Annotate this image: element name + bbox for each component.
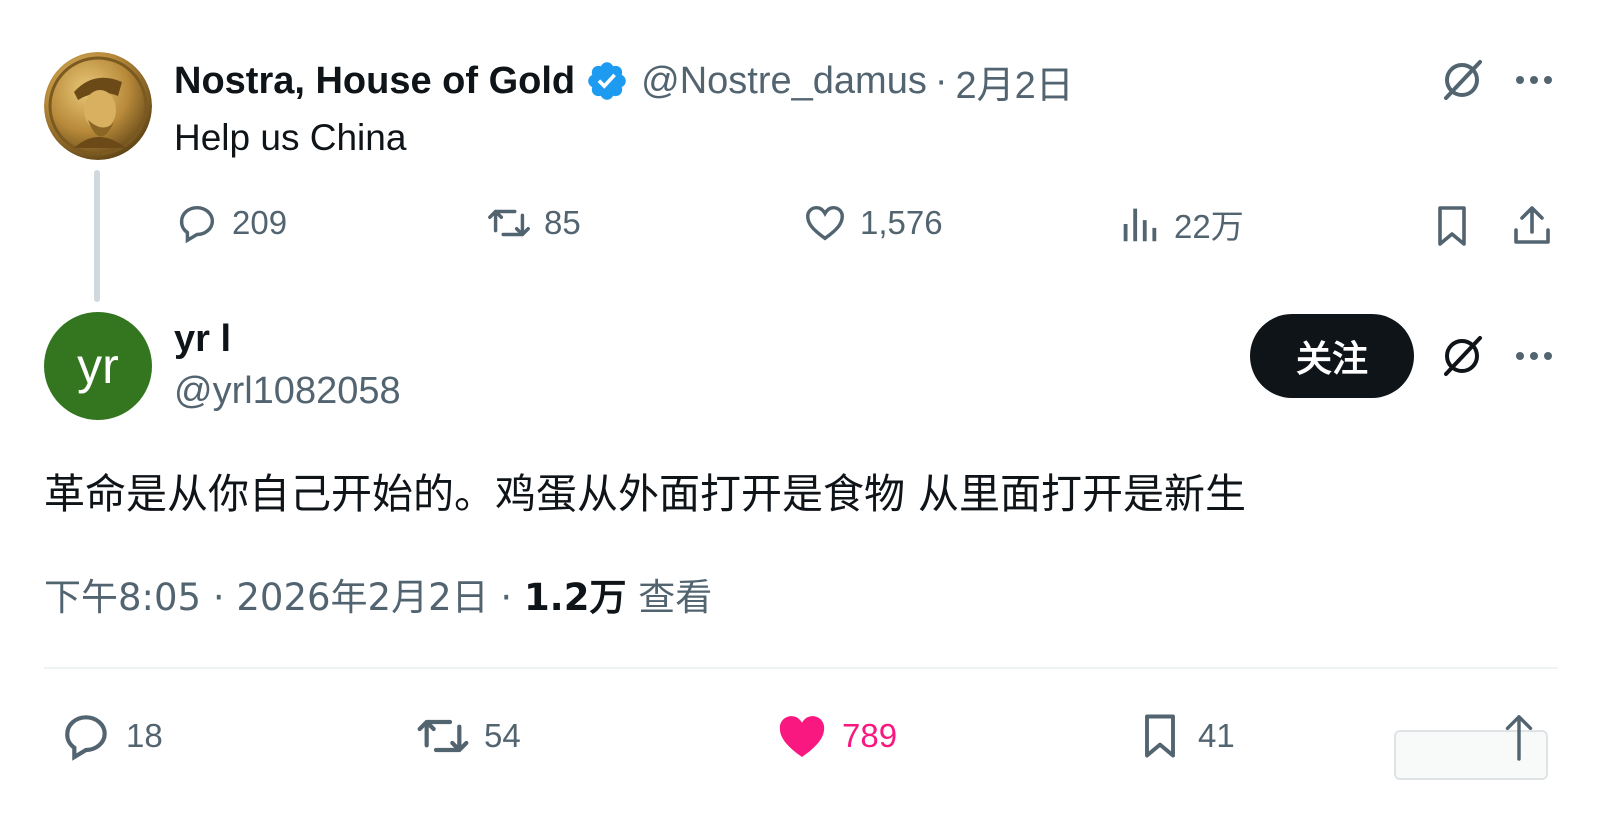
repost-icon bbox=[488, 209, 530, 237]
share-icon[interactable] bbox=[1496, 708, 1542, 764]
reply-time[interactable]: 下午8:05 bbox=[44, 576, 201, 619]
reply-tweet-text: 革命是从你自己开始的。鸡蛋从外面打开是食物 从里面打开是新生 bbox=[44, 470, 1247, 518]
reply-author-handle[interactable]: @yrl1082058 bbox=[174, 370, 401, 413]
reply-like-action[interactable]: 789 bbox=[774, 708, 897, 764]
like-filled-icon bbox=[779, 716, 825, 757]
verified-badge-icon bbox=[585, 59, 629, 103]
parent-reply-action[interactable]: 209 bbox=[174, 200, 287, 246]
parent-author-handle[interactable]: @Nostre_damus bbox=[641, 60, 927, 103]
bookmark-icon bbox=[1145, 714, 1175, 758]
reply-reply-action[interactable]: 18 bbox=[58, 708, 163, 764]
parent-like-count: 1,576 bbox=[860, 204, 943, 241]
reply-repost-count: 54 bbox=[484, 717, 521, 754]
separator-dot: · bbox=[934, 59, 948, 102]
more-icon[interactable] bbox=[1510, 332, 1558, 380]
reply-icon bbox=[179, 205, 215, 244]
parent-views-action[interactable]: 22万 bbox=[1116, 200, 1244, 248]
follow-button[interactable]: 关注 bbox=[1250, 314, 1414, 398]
share-icon[interactable] bbox=[1508, 202, 1556, 250]
reply-repost-action[interactable]: 54 bbox=[414, 708, 521, 764]
parent-header: Nostra, House of Gold @Nostre_damus · 2月… bbox=[174, 54, 1074, 109]
thread-line bbox=[94, 170, 100, 302]
grok-icon[interactable] bbox=[1438, 332, 1486, 380]
avatar-nostra[interactable] bbox=[44, 52, 152, 160]
reply-like-count: 789 bbox=[842, 717, 898, 754]
divider bbox=[44, 667, 1558, 669]
parent-tweet-text: Help us China bbox=[174, 117, 407, 158]
reply-bookmark-count: 41 bbox=[1198, 717, 1235, 754]
reply-views-label: 查看 bbox=[638, 576, 713, 619]
reply-bookmark-action[interactable]: 41 bbox=[1134, 708, 1235, 764]
reply-views-count: 1.2万 bbox=[523, 576, 627, 619]
parent-date[interactable]: 2月2日 bbox=[955, 54, 1073, 109]
reply-reply-count: 18 bbox=[126, 717, 163, 754]
grok-icon[interactable] bbox=[1438, 56, 1486, 104]
reply-author-name[interactable]: yr l bbox=[174, 318, 231, 361]
parent-repost-count: 85 bbox=[544, 204, 581, 241]
parent-repost-action[interactable]: 85 bbox=[486, 200, 581, 246]
more-icon[interactable] bbox=[1510, 56, 1558, 104]
bookmark-icon[interactable] bbox=[1428, 202, 1476, 250]
like-icon bbox=[806, 205, 844, 241]
avatar-yrl[interactable]: yr bbox=[44, 312, 152, 420]
parent-like-action[interactable]: 1,576 bbox=[802, 200, 943, 246]
separator-dot: · bbox=[212, 576, 225, 619]
parent-views-count: 22万 bbox=[1174, 208, 1244, 245]
reply-date[interactable]: 2026年2月2日 bbox=[236, 576, 488, 619]
parent-reply-count: 209 bbox=[232, 204, 288, 241]
separator-dot: · bbox=[500, 576, 513, 619]
reply-icon bbox=[65, 715, 107, 761]
repost-icon bbox=[417, 719, 469, 753]
views-icon bbox=[1123, 208, 1157, 242]
parent-author-name[interactable]: Nostra, House of Gold bbox=[174, 60, 575, 103]
reply-meta: 下午8:05 · 2026年2月2日 · 1.2万 查看 bbox=[44, 574, 712, 622]
